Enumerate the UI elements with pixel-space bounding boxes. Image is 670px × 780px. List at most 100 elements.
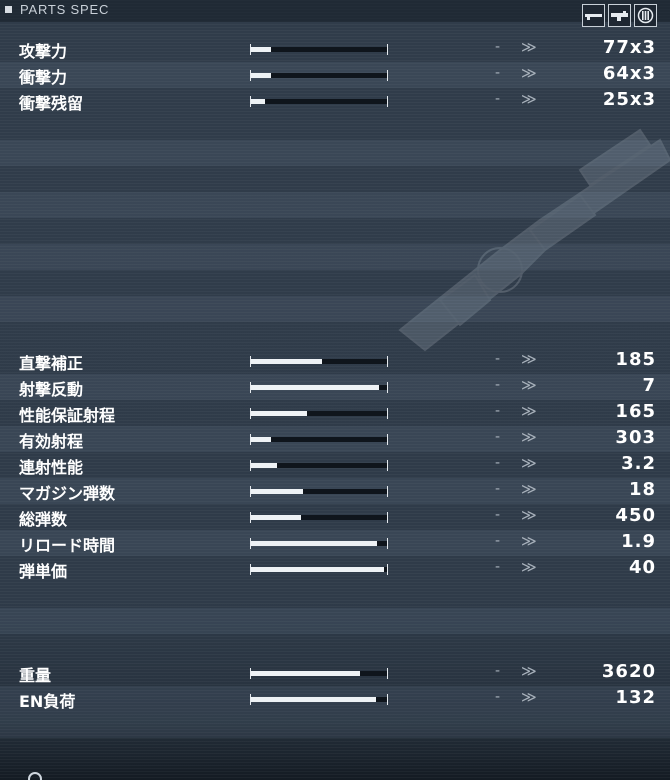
stat-bar bbox=[250, 70, 388, 81]
stat-bar bbox=[250, 486, 388, 497]
bar-cap-right bbox=[387, 356, 388, 367]
double-arrow-icon: ≫ bbox=[521, 688, 537, 706]
bar-cap-right bbox=[387, 694, 388, 705]
stat-bar-fill bbox=[251, 489, 303, 494]
stat-row: 攻撃力 - ≫ 77x3 bbox=[0, 36, 670, 62]
launcher-icon[interactable] bbox=[608, 4, 631, 27]
stat-change: - bbox=[495, 689, 501, 705]
stat-row: 性能保証射程 - ≫ 165 bbox=[0, 400, 670, 426]
double-arrow-icon: ≫ bbox=[521, 454, 537, 472]
empty-row bbox=[0, 608, 670, 634]
empty-row bbox=[0, 244, 670, 270]
bar-cap-left bbox=[250, 96, 251, 107]
stat-label: マガジン弾数 bbox=[19, 484, 116, 503]
double-arrow-icon: ≫ bbox=[521, 38, 537, 56]
empty-row bbox=[0, 166, 670, 192]
empty-row bbox=[0, 634, 670, 660]
bar-cap-right bbox=[387, 96, 388, 107]
footer-indicator-icon bbox=[28, 772, 42, 780]
stat-value: 132 bbox=[615, 687, 656, 708]
bar-cap-left bbox=[250, 382, 251, 393]
bar-cap-left bbox=[250, 408, 251, 419]
stat-bar-fill bbox=[251, 47, 272, 52]
stat-label: 総弾数 bbox=[19, 510, 68, 529]
empty-row bbox=[0, 192, 670, 218]
bar-cap-left bbox=[250, 668, 251, 679]
stat-row: リロード時間 - ≫ 1.9 bbox=[0, 530, 670, 556]
stat-change: - bbox=[495, 91, 501, 107]
stat-bar-fill bbox=[251, 515, 302, 520]
stat-value: 185 bbox=[615, 349, 656, 370]
stat-bar bbox=[250, 668, 388, 679]
magazine-icon[interactable] bbox=[634, 4, 657, 27]
parts-spec-panel: PARTS SPEC 攻撃力 - ≫ 77x3 衝撃力 - ≫ 64x3 衝撃残留 - ≫ 25x3 直… bbox=[0, 0, 670, 780]
stat-bar bbox=[250, 434, 388, 445]
bar-cap-right bbox=[387, 538, 388, 549]
stat-value: 3.2 bbox=[621, 453, 656, 474]
double-arrow-icon: ≫ bbox=[521, 506, 537, 524]
stat-change: - bbox=[495, 533, 501, 549]
stat-value: 7 bbox=[642, 375, 656, 396]
stat-value: 18 bbox=[628, 479, 656, 500]
stat-value: 450 bbox=[615, 505, 656, 526]
stat-row: 射撃反動 - ≫ 7 bbox=[0, 374, 670, 400]
stat-label: 連射性能 bbox=[19, 458, 84, 477]
stat-bar bbox=[250, 356, 388, 367]
bar-cap-right bbox=[387, 70, 388, 81]
stat-bar-fill bbox=[251, 99, 265, 104]
rifle-icon[interactable] bbox=[582, 4, 605, 27]
stat-row: 衝撃残留 - ≫ 25x3 bbox=[0, 88, 670, 114]
stat-bar-fill bbox=[251, 567, 385, 572]
stat-bar bbox=[250, 694, 388, 705]
double-arrow-icon: ≫ bbox=[521, 558, 537, 576]
bar-cap-right bbox=[387, 408, 388, 419]
stat-row: 有効射程 - ≫ 303 bbox=[0, 426, 670, 452]
stat-change: - bbox=[495, 403, 501, 419]
stat-row: 直撃補正 - ≫ 185 bbox=[0, 348, 670, 374]
stat-bar bbox=[250, 96, 388, 107]
stat-label: 直撃補正 bbox=[19, 354, 84, 373]
stat-row: マガジン弾数 - ≫ 18 bbox=[0, 478, 670, 504]
header-bar: PARTS SPEC bbox=[0, 0, 670, 27]
stat-change: - bbox=[495, 481, 501, 497]
stat-bar bbox=[250, 44, 388, 55]
stat-value: 1.9 bbox=[621, 531, 656, 552]
stat-row: 弾単価 - ≫ 40 bbox=[0, 556, 670, 582]
bar-cap-left bbox=[250, 434, 251, 445]
stat-row: 重量 - ≫ 3620 bbox=[0, 660, 670, 686]
bar-cap-left bbox=[250, 538, 251, 549]
bar-cap-left bbox=[250, 70, 251, 81]
stat-bar-fill bbox=[251, 463, 277, 468]
stat-change: - bbox=[495, 559, 501, 575]
stat-label: 重量 bbox=[19, 666, 52, 685]
stat-bar-fill bbox=[251, 359, 322, 364]
stat-row: EN負荷 - ≫ 132 bbox=[0, 686, 670, 712]
stat-change: - bbox=[495, 663, 501, 679]
double-arrow-icon: ≫ bbox=[521, 428, 537, 446]
stat-label: 性能保証射程 bbox=[19, 406, 116, 425]
bar-cap-right bbox=[387, 564, 388, 575]
stat-value: 64x3 bbox=[602, 63, 656, 84]
double-arrow-icon: ≫ bbox=[521, 480, 537, 498]
bar-cap-left bbox=[250, 564, 251, 575]
bar-cap-right bbox=[387, 486, 388, 497]
panel-title: PARTS SPEC bbox=[20, 2, 110, 17]
bar-cap-left bbox=[250, 486, 251, 497]
stat-change: - bbox=[495, 65, 501, 81]
stat-label: EN負荷 bbox=[19, 692, 76, 711]
stat-value: 77x3 bbox=[602, 37, 656, 58]
stat-label: 攻撃力 bbox=[19, 42, 68, 61]
stat-row: 総弾数 - ≫ 450 bbox=[0, 504, 670, 530]
empty-row bbox=[0, 296, 670, 322]
double-arrow-icon: ≫ bbox=[521, 402, 537, 420]
bar-cap-right bbox=[387, 668, 388, 679]
stat-bar bbox=[250, 564, 388, 575]
double-arrow-icon: ≫ bbox=[521, 532, 537, 550]
header-square-icon bbox=[5, 6, 12, 13]
bar-cap-left bbox=[250, 694, 251, 705]
bar-cap-right bbox=[387, 44, 388, 55]
stat-value: 165 bbox=[615, 401, 656, 422]
stat-bar-fill bbox=[251, 73, 272, 78]
double-arrow-icon: ≫ bbox=[521, 90, 537, 108]
stat-bar-fill bbox=[251, 697, 377, 702]
